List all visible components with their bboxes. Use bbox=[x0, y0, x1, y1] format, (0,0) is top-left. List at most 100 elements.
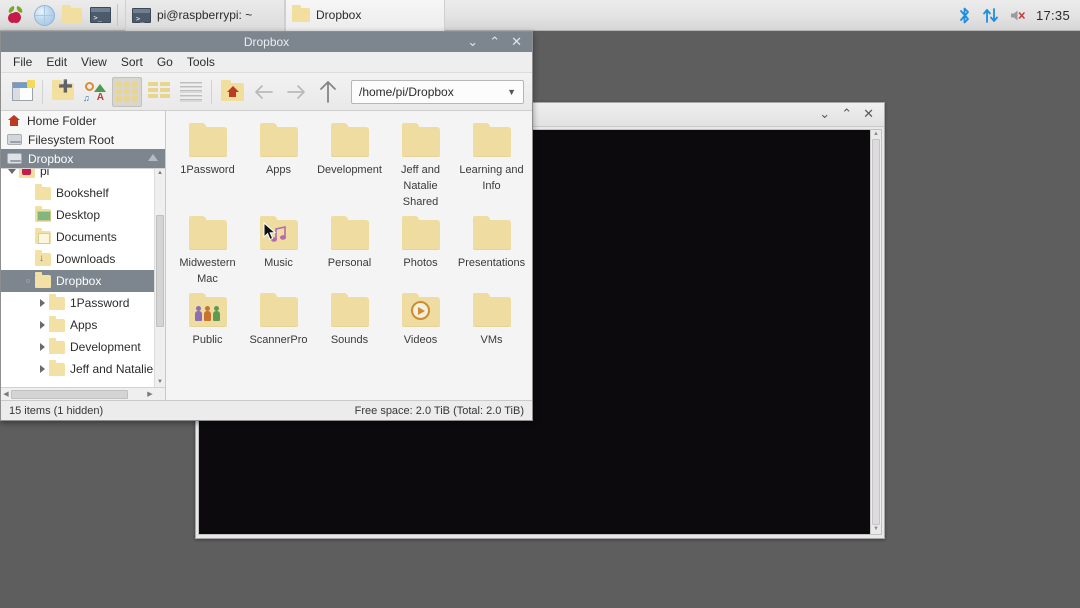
tree-scroll-down-icon[interactable]: ▼ bbox=[155, 378, 165, 387]
folder-tree-scrollbar-thumb[interactable] bbox=[156, 215, 164, 327]
sidebar-item-dropbox-label: Dropbox bbox=[28, 152, 73, 166]
sidebar-item-filesystem-root[interactable]: Filesystem Root bbox=[1, 130, 165, 149]
tree-item-apps[interactable]: Apps bbox=[1, 314, 154, 336]
file-item-learning-and-info[interactable]: Learning and Info bbox=[456, 119, 527, 210]
tree-item-pi[interactable]: pi bbox=[1, 168, 154, 182]
tree-twisty-dropbox[interactable] bbox=[21, 279, 35, 283]
music-note-emblem-icon bbox=[269, 226, 289, 244]
sidebar-horizontal-scrollbar[interactable]: ◀ ▶ bbox=[1, 387, 165, 400]
tree-twisty-development[interactable] bbox=[35, 343, 49, 351]
detailed-list-view-icon[interactable] bbox=[176, 77, 206, 107]
file-manager-icon[interactable] bbox=[58, 1, 86, 29]
folder-tree-scrollbar[interactable]: ▲ ▼ bbox=[154, 169, 165, 387]
sidebar-item-home-folder[interactable]: Home Folder bbox=[1, 111, 165, 130]
taskbar-window-dropbox[interactable]: Dropbox bbox=[285, 0, 445, 31]
tree-item-jeff-and-natalie-shared[interactable]: Jeff and Natalie S bbox=[1, 358, 154, 380]
file-item-music[interactable]: Music bbox=[243, 212, 314, 287]
terminal-scrollbar-thumb[interactable] bbox=[872, 139, 880, 525]
terminal-scroll-down-icon[interactable]: ▼ bbox=[871, 525, 881, 534]
tree-item-dropbox[interactable]: Dropbox bbox=[1, 270, 154, 292]
file-manager-minimize-button[interactable]: ⌄ bbox=[467, 36, 478, 49]
file-item-videos[interactable]: Videos bbox=[385, 289, 456, 348]
terminal-icon[interactable]: >_ bbox=[86, 1, 114, 29]
desktop-folder-icon bbox=[35, 209, 51, 222]
taskbar-window-terminal[interactable]: >_ pi@raspberrypi: ~ bbox=[125, 0, 285, 31]
tree-item-desktop[interactable]: Desktop bbox=[1, 204, 154, 226]
terminal-close-button[interactable]: ✕ bbox=[863, 108, 874, 121]
file-item-photos[interactable]: Photos bbox=[385, 212, 456, 287]
file-item-midwestern-mac[interactable]: Midwestern Mac bbox=[172, 212, 243, 287]
clock[interactable]: 17:35 bbox=[1036, 8, 1070, 23]
web-browser-icon[interactable] bbox=[30, 1, 58, 29]
tree-item-downloads[interactable]: Downloads bbox=[1, 248, 154, 270]
home-folder-icon[interactable] bbox=[217, 77, 247, 107]
file-item-personal[interactable]: Personal bbox=[314, 212, 385, 287]
file-manager-window[interactable]: Dropbox ⌄ ⌃ ✕ File Edit View Sort Go Too… bbox=[0, 31, 533, 421]
new-window-icon[interactable] bbox=[7, 77, 37, 107]
menu-file[interactable]: File bbox=[7, 53, 38, 71]
path-input[interactable]: /home/pi/Dropbox ▼ bbox=[351, 80, 524, 104]
tree-scroll-up-icon[interactable]: ▲ bbox=[155, 169, 165, 178]
menu-tools[interactable]: Tools bbox=[181, 53, 221, 71]
file-item-jeff-and-natalie-shared[interactable]: Jeff and Natalie Shared bbox=[385, 119, 456, 210]
network-icon[interactable] bbox=[982, 6, 999, 25]
folder-tree[interactable]: pi Bookshelf Desktop Documents bbox=[1, 168, 165, 387]
menu-go[interactable]: Go bbox=[151, 53, 179, 71]
sidebar-item-dropbox[interactable]: Dropbox bbox=[1, 149, 165, 168]
file-item-1password[interactable]: 1Password bbox=[172, 119, 243, 210]
path-dropdown-icon[interactable]: ▼ bbox=[504, 87, 519, 97]
taskbar-window-list: >_ pi@raspberrypi: ~ Dropbox bbox=[125, 0, 957, 31]
folder-icon bbox=[256, 293, 302, 329]
toolbar-divider bbox=[42, 80, 43, 104]
play-emblem-icon bbox=[411, 301, 430, 320]
tree-item-development[interactable]: Development bbox=[1, 336, 154, 358]
icon-view-icon[interactable] bbox=[112, 77, 142, 107]
folder-icon bbox=[398, 216, 444, 252]
tree-twisty-pi[interactable] bbox=[5, 169, 19, 174]
sidebar-scroll-left-icon[interactable]: ◀ bbox=[1, 388, 11, 401]
up-arrow-icon[interactable] bbox=[313, 77, 343, 107]
tree-twisty-apps[interactable] bbox=[35, 321, 49, 329]
raspberry-menu-icon[interactable] bbox=[2, 1, 30, 29]
videos-folder-icon bbox=[398, 293, 444, 329]
file-item-scannerpro[interactable]: ScannerPro bbox=[243, 289, 314, 348]
file-item-presentations[interactable]: Presentations bbox=[456, 212, 527, 287]
tree-item-documents[interactable]: Documents bbox=[1, 226, 154, 248]
file-manager-close-button[interactable]: ✕ bbox=[511, 36, 522, 49]
file-item-vms[interactable]: VMs bbox=[456, 289, 527, 348]
volume-muted-icon[interactable] bbox=[1009, 7, 1026, 24]
new-folder-icon[interactable]: ➕ bbox=[48, 77, 78, 107]
file-item-apps[interactable]: Apps bbox=[243, 119, 314, 210]
menu-view[interactable]: View bbox=[75, 53, 113, 71]
file-manager-titlebar[interactable]: Dropbox ⌄ ⌃ ✕ bbox=[1, 32, 532, 52]
menu-edit[interactable]: Edit bbox=[40, 53, 73, 71]
menu-sort[interactable]: Sort bbox=[115, 53, 149, 71]
bluetooth-icon[interactable] bbox=[957, 6, 972, 25]
file-list-icon-view[interactable]: 1Password Apps Development bbox=[166, 111, 532, 400]
tree-twisty-jeff-and-natalie-shared[interactable] bbox=[35, 365, 49, 373]
sidebar-scroll-right-icon[interactable]: ▶ bbox=[145, 388, 155, 401]
file-item-label: Midwestern Mac bbox=[174, 255, 242, 287]
file-item-public[interactable]: Public bbox=[172, 289, 243, 348]
tree-item-apps-label: Apps bbox=[70, 318, 97, 332]
sidebar-horizontal-scrollbar-thumb[interactable] bbox=[11, 390, 128, 399]
back-arrow-icon[interactable] bbox=[249, 77, 279, 107]
file-item-label: Personal bbox=[316, 255, 384, 271]
collapse-triangle-icon[interactable] bbox=[148, 154, 158, 161]
terminal-maximize-button[interactable]: ⌃ bbox=[841, 108, 852, 121]
folder-icon bbox=[398, 123, 444, 159]
file-item-sounds[interactable]: Sounds bbox=[314, 289, 385, 348]
compact-view-icon[interactable] bbox=[144, 77, 174, 107]
sidebar-item-filesystem-root-label: Filesystem Root bbox=[28, 133, 114, 147]
forward-arrow-icon[interactable] bbox=[281, 77, 311, 107]
terminal-scroll-up-icon[interactable]: ▲ bbox=[871, 130, 881, 139]
terminal-window-icon: >_ bbox=[132, 8, 151, 23]
terminal-scrollbar[interactable]: ▲ ▼ bbox=[870, 130, 881, 534]
file-manager-maximize-button[interactable]: ⌃ bbox=[489, 36, 500, 49]
tree-item-1password[interactable]: 1Password bbox=[1, 292, 154, 314]
tree-twisty-1password[interactable] bbox=[35, 299, 49, 307]
file-item-development[interactable]: Development bbox=[314, 119, 385, 210]
terminal-minimize-button[interactable]: ⌄ bbox=[819, 108, 830, 121]
applications-icon[interactable]: ♫A bbox=[80, 77, 110, 107]
tree-item-bookshelf[interactable]: Bookshelf bbox=[1, 182, 154, 204]
